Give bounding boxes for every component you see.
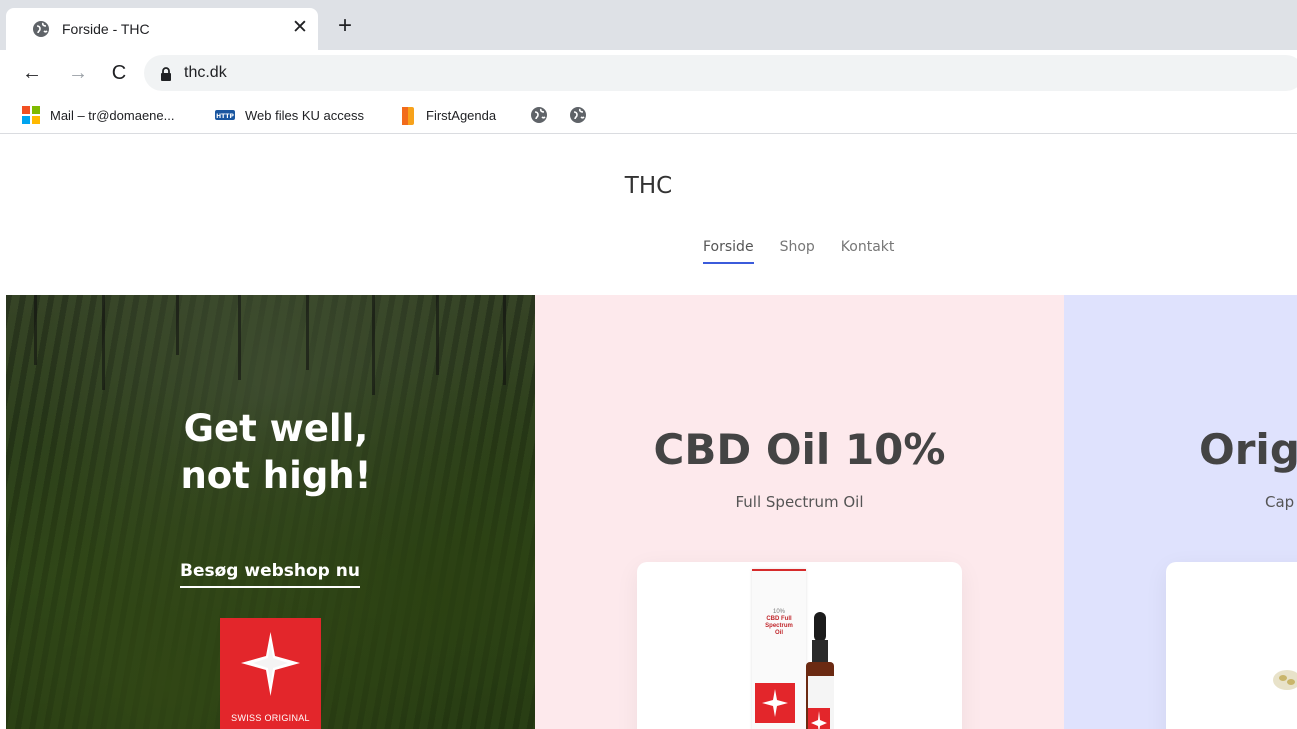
product-subtitle: Cap [1265,493,1295,511]
tab-title: Forside - THC [62,21,150,37]
site-header: THC Forside Shop Kontakt [0,135,1297,295]
nav-forside[interactable]: Forside [703,239,754,264]
url-text: thc.dk [184,64,227,81]
product-image-card[interactable]: 10% CBD Full Spectrum Oil [637,562,962,729]
leaf-star-icon [241,632,300,696]
http-icon: HTTP [215,106,235,124]
browser-tab[interactable]: Forside - THC ✕ [6,8,318,50]
bookmark-globe-1[interactable] [530,104,558,126]
address-bar[interactable]: thc.dk [144,55,1297,91]
box-logo [755,683,795,723]
bookmark-globe-2[interactable] [569,104,597,126]
svg-text:HTTP: HTTP [216,113,234,120]
bookmark-web-files[interactable]: HTTP Web files KU access [215,104,364,126]
nav-shop[interactable]: Shop [780,239,815,264]
product-title: Origi [1199,425,1297,474]
nav-kontakt[interactable]: Kontakt [841,239,895,264]
microsoft-icon [22,106,40,124]
hero-banner: Get well, not high! Besøg webshop nu SWI… [6,295,535,729]
browser-tab-strip: Forside - THC ✕ + [0,0,1297,50]
close-icon[interactable]: ✕ [290,18,310,38]
bookmark-firstagenda[interactable]: FirstAgenda [400,104,496,126]
product-title: CBD Oil 10% [653,425,946,474]
lock-icon [160,67,172,81]
globe-icon [530,106,548,124]
product-panel-original[interactable]: Origi Cap [1064,295,1297,729]
logo-text: SWISS ORIGINAL [231,713,310,723]
bookmarks-bar: Mail – tr@domaene... HTTP Web files KU a… [0,96,1297,134]
visit-webshop-link[interactable]: Besøg webshop nu [180,561,360,588]
site-title[interactable]: THC [0,173,1297,199]
box-text-line: CBD Full [766,616,792,622]
swiss-original-logo: SWISS ORIGINAL [220,618,321,729]
forward-arrow-icon[interactable]: → [66,61,90,85]
browser-toolbar: ← → C thc.dk [0,50,1297,96]
product-image-card[interactable] [1166,562,1297,729]
globe-icon [32,20,50,38]
hero-heading-line: Get well, [183,407,369,450]
reload-icon[interactable]: C [107,61,131,85]
main-nav: Forside Shop Kontakt [703,239,894,264]
bookmark-mail[interactable]: Mail – tr@domaene... [22,104,174,126]
bookmark-label: Mail – tr@domaene... [50,107,175,123]
globe-icon [569,106,587,124]
capsules-image [1261,662,1297,702]
new-tab-button[interactable]: + [334,14,356,38]
firstagenda-icon [400,106,416,125]
hero-heading: Get well, not high! [6,405,535,499]
product-subtitle: Full Spectrum Oil [735,493,864,511]
bookmark-label: FirstAgenda [426,107,497,123]
hero-heading-line: not high! [180,454,372,497]
box-text-line: Oil [774,630,783,636]
dropper-bottle [804,612,836,729]
bookmark-label: Web files KU access [245,107,364,123]
box-text-line: Spectrum [765,623,793,629]
cbd-oil-box: 10% CBD Full Spectrum Oil [752,569,806,729]
box-text: 10% CBD Full Spectrum Oil [752,609,806,637]
back-arrow-icon[interactable]: ← [20,61,44,85]
box-text-line: 10% [772,609,785,615]
product-panel-cbd-oil[interactable]: CBD Oil 10% Full Spectrum Oil 10% CBD Fu… [535,295,1064,729]
